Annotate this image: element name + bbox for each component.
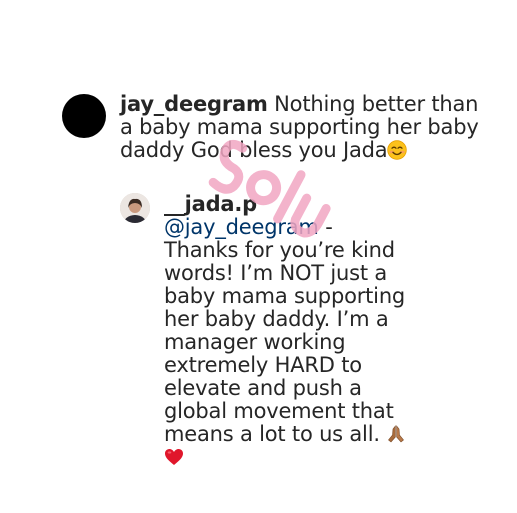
comment-text: jay_deegram Nothing better than a baby m…: [120, 93, 490, 162]
screenshot: { "comment_1": { "username": "jay_deegra…: [0, 0, 517, 513]
avatar[interactable]: [120, 193, 150, 223]
reply-text: __jada.p @jay_deegram - Thanks for you’r…: [164, 193, 409, 469]
avatar[interactable]: [62, 94, 106, 138]
folded-hands-icon: [386, 424, 406, 444]
comment-username[interactable]: jay_deegram: [120, 92, 268, 116]
smiling-face-icon: [387, 140, 408, 160]
reply-body: - Thanks for you’re kind words! I’m NOT …: [164, 215, 406, 446]
red-heart-icon: [164, 447, 184, 467]
reply-username[interactable]: __jada.p: [164, 192, 257, 216]
mention-link[interactable]: @jay_deegram: [164, 215, 319, 239]
